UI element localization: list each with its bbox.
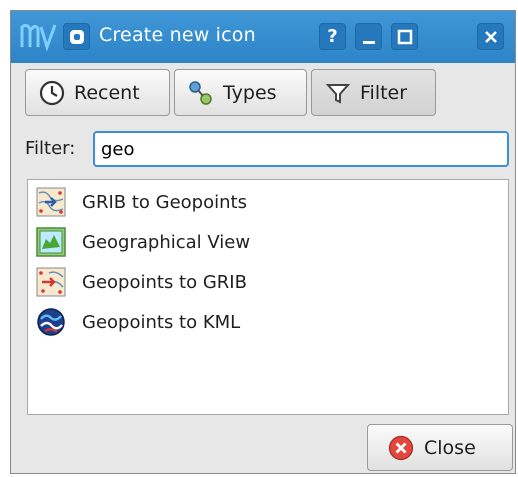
window-menu-button[interactable]	[63, 23, 90, 50]
title-bar[interactable]: Create new icon ?	[11, 11, 515, 63]
geographical-view-icon	[36, 227, 66, 257]
list-item[interactable]: Geopoints to KML	[36, 304, 240, 340]
types-icon	[189, 80, 212, 105]
tab-recent[interactable]: Recent	[25, 69, 170, 116]
create-new-icon-dialog: Create new icon ? Recent Types Filter Fi…	[10, 10, 516, 474]
minimize-button[interactable]	[355, 23, 382, 50]
geopoints-to-grib-icon	[36, 267, 66, 297]
tab-filter-label: Filter	[360, 81, 408, 104]
list-item-label: Geopoints to KML	[82, 311, 241, 333]
list-item[interactable]: GRIB to Geopoints	[36, 184, 247, 220]
tab-recent-label: Recent	[74, 81, 140, 104]
minimize-icon	[362, 40, 375, 44]
window-title: Create new icon	[99, 24, 256, 46]
metview-logo-icon	[20, 23, 57, 51]
geopoints-to-kml-icon	[37, 308, 65, 336]
list-item-label: GRIB to Geopoints	[82, 191, 247, 213]
results-list[interactable]: GRIB to Geopoints Geographical View Geop…	[27, 179, 509, 415]
maximize-icon	[397, 29, 412, 44]
close-window-button[interactable]	[477, 23, 504, 50]
list-item[interactable]: Geopoints to GRIB	[36, 264, 247, 300]
tab-types-label: Types	[223, 81, 277, 104]
list-item-label: Geographical View	[82, 231, 251, 253]
filter-icon	[325, 83, 351, 104]
filter-label: Filter:	[25, 138, 76, 159]
clock-icon	[39, 80, 65, 105]
list-item-label: Geopoints to GRIB	[82, 271, 247, 293]
help-label: ?	[327, 26, 338, 47]
maximize-button[interactable]	[391, 23, 418, 50]
grib-to-geopoints-icon	[36, 187, 66, 217]
close-circle-icon	[388, 435, 414, 460]
close-icon	[484, 30, 497, 43]
list-item[interactable]: Geographical View	[36, 224, 250, 260]
tab-types[interactable]: Types	[174, 69, 307, 116]
filter-input[interactable]	[93, 131, 509, 167]
help-button[interactable]: ?	[319, 23, 346, 50]
close-button-label: Close	[424, 436, 476, 459]
tab-filter[interactable]: Filter	[311, 69, 436, 116]
close-button[interactable]: Close	[367, 424, 513, 471]
window-menu-icon	[69, 29, 84, 44]
